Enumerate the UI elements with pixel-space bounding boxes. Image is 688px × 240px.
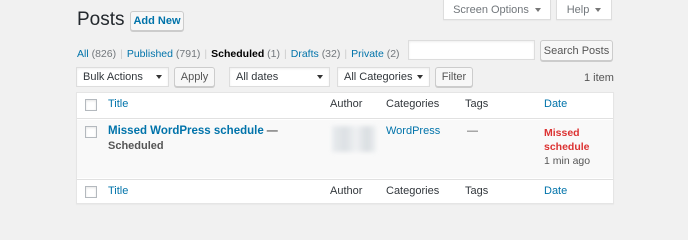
select-all-checkbox-footer[interactable]	[85, 186, 97, 198]
chevron-down-icon	[534, 7, 541, 12]
filter-drafts-label: Drafts	[290, 48, 319, 60]
filter-drafts-count: (32)	[321, 48, 341, 60]
table-header-row: Title Author Categories Tags Date	[77, 93, 613, 119]
missed-schedule-status: Missed	[544, 127, 580, 139]
chevron-down-icon	[417, 75, 423, 79]
filter-published[interactable]: Published (791)	[127, 48, 201, 60]
search-input[interactable]	[408, 40, 535, 60]
filter-separator: |	[120, 48, 123, 60]
post-tags: —	[467, 125, 478, 137]
table-row: Missed WordPress schedule — Scheduled Wo…	[77, 120, 613, 178]
post-date-cell: Missed schedule 1 min ago	[544, 126, 590, 168]
column-tags-header: Tags	[465, 98, 489, 110]
filter-published-label: Published	[126, 48, 173, 60]
filter-private-label: Private	[351, 48, 384, 60]
column-categories-footer: Categories	[386, 185, 440, 197]
author-avatar[interactable]	[332, 126, 376, 152]
column-tags-footer: Tags	[465, 185, 489, 197]
page-title: Posts	[77, 9, 125, 30]
chevron-down-icon	[156, 75, 162, 79]
table-footer-row: Title Author Categories Tags Date	[77, 179, 613, 205]
column-title-header[interactable]: Title	[108, 98, 128, 110]
status-filter-links: All (826) | Published (791) | Scheduled …	[77, 48, 400, 60]
post-category-link[interactable]: WordPress	[386, 125, 440, 137]
filter-private-count: (2)	[386, 48, 400, 60]
post-title-cell: Missed WordPress schedule — Scheduled	[108, 124, 288, 154]
screen-options-label: Screen Options	[453, 3, 529, 16]
filter-published-count: (791)	[175, 48, 201, 60]
column-date-footer[interactable]: Date	[544, 185, 567, 197]
search-posts-button[interactable]: Search Posts	[540, 40, 613, 61]
dates-select[interactable]: All dates	[229, 67, 330, 87]
filter-scheduled-label: Scheduled	[211, 48, 265, 60]
missed-schedule-status-2: schedule	[544, 141, 590, 153]
filter-private[interactable]: Private (2)	[351, 48, 399, 60]
post-title-link[interactable]: Missed WordPress schedule	[108, 125, 264, 137]
add-new-button[interactable]: Add New	[130, 11, 184, 31]
posts-table: Title Author Categories Tags Date Missed…	[76, 92, 614, 204]
apply-button[interactable]: Apply	[174, 67, 215, 87]
filter-all-label: All	[77, 48, 89, 60]
categories-value: All Categories	[344, 71, 413, 83]
chevron-down-icon	[595, 7, 602, 12]
filter-separator: |	[344, 48, 348, 60]
filter-all-count: (826)	[91, 48, 117, 60]
bulk-actions-select[interactable]: Bulk Actions	[76, 67, 169, 87]
filter-all[interactable]: All (826)	[77, 48, 116, 60]
help-button[interactable]: Help	[556, 0, 612, 20]
filter-drafts[interactable]: Drafts (32)	[291, 48, 341, 60]
screen-options-button[interactable]: Screen Options	[443, 0, 551, 20]
filter-scheduled[interactable]: Scheduled (1)	[211, 48, 280, 60]
filter-button[interactable]: Filter	[435, 67, 473, 87]
select-all-checkbox[interactable]	[85, 99, 97, 111]
chevron-down-icon	[317, 75, 323, 79]
bulk-actions-value: Bulk Actions	[83, 71, 143, 83]
column-date-header[interactable]: Date	[544, 98, 567, 110]
filter-separator: |	[284, 48, 287, 60]
column-categories-header: Categories	[386, 98, 440, 110]
row-checkbox[interactable]	[85, 126, 97, 138]
column-title-footer[interactable]: Title	[108, 185, 128, 197]
filter-scheduled-count: (1)	[267, 48, 281, 60]
column-author-footer: Author	[330, 185, 363, 197]
dates-value: All dates	[236, 71, 279, 83]
items-count: 1 item	[584, 72, 614, 84]
categories-select[interactable]: All Categories	[337, 67, 430, 87]
post-date-time: 1 min ago	[544, 155, 591, 167]
filter-separator: |	[204, 48, 208, 60]
help-label: Help	[566, 3, 590, 16]
column-author-header: Author	[330, 98, 363, 110]
